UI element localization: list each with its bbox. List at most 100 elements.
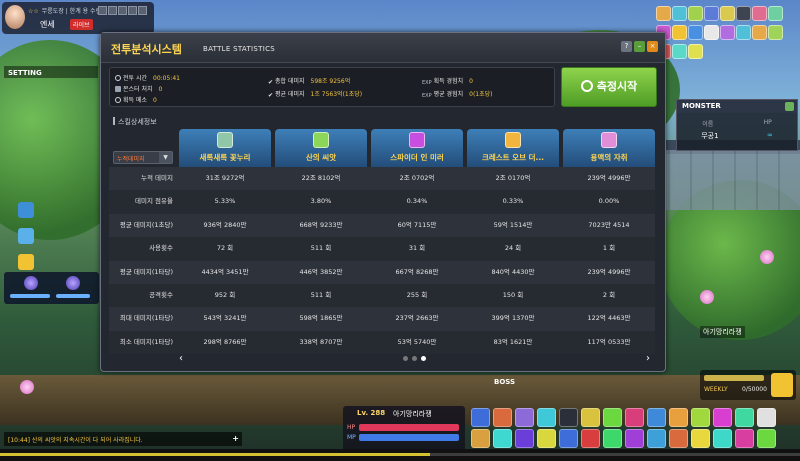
cooldown-bar xyxy=(56,294,90,298)
setting-tab[interactable]: SETTING xyxy=(8,69,42,77)
stat-cell: 2 회 xyxy=(602,290,616,299)
quickslot[interactable] xyxy=(515,429,534,448)
quickslot[interactable] xyxy=(735,429,754,448)
buff-icon[interactable] xyxy=(672,6,687,21)
quickslot[interactable] xyxy=(647,408,666,427)
quickslot[interactable] xyxy=(625,408,644,427)
avg-damage: ✔ 평균 데미지 1조 7563억(1초당) xyxy=(268,91,363,99)
quickslot[interactable] xyxy=(603,408,622,427)
help-icon[interactable]: ? xyxy=(621,41,632,52)
page-dot[interactable] xyxy=(412,356,417,361)
quickslot[interactable] xyxy=(757,408,776,427)
quickslot[interactable] xyxy=(493,429,512,448)
flower xyxy=(20,380,34,394)
stat-cell: 150 회 xyxy=(502,290,524,299)
buff-icon[interactable] xyxy=(672,25,687,40)
quickslot[interactable] xyxy=(647,429,666,448)
buff-icon[interactable] xyxy=(704,6,719,21)
stat-cell: 239억 4996만 xyxy=(587,174,631,182)
minimize-icon[interactable] xyxy=(785,102,794,111)
start-measure-button[interactable]: 측정시작 xyxy=(561,67,657,107)
stat-cell: 83억 1621만 xyxy=(493,337,533,346)
quickslot[interactable] xyxy=(537,429,556,448)
page-dot[interactable] xyxy=(403,356,408,361)
monster-kill: 몬스터 처치 0 xyxy=(115,84,162,93)
quickslot[interactable] xyxy=(713,408,732,427)
buff-icon[interactable] xyxy=(752,6,767,21)
buff-icon[interactable] xyxy=(720,6,735,21)
quickslot[interactable] xyxy=(735,408,754,427)
prev-page-button[interactable]: ‹ xyxy=(179,353,183,364)
menu-icon[interactable] xyxy=(138,6,147,15)
buff-icon[interactable] xyxy=(768,25,783,40)
quickslot[interactable] xyxy=(471,429,490,448)
stat-cell: 598억 1865만 xyxy=(299,314,343,323)
stat-cell: 4434억 3451만 xyxy=(201,267,249,276)
star-icon[interactable] xyxy=(18,254,34,270)
skill-columns: 새록새록 꽃누리 31조 9272억 5.33% 936억 2840만 72 회… xyxy=(179,129,655,351)
quickslot[interactable] xyxy=(669,429,688,448)
chevron-down-icon[interactable]: ▼ xyxy=(159,152,172,163)
skill-header[interactable]: 산의 씨앗 xyxy=(275,129,367,167)
buff-icon[interactable] xyxy=(656,6,671,21)
quickslot[interactable] xyxy=(559,408,578,427)
buff-icon[interactable] xyxy=(672,44,687,59)
minimize-icon[interactable]: – xyxy=(634,41,645,52)
buff-icon[interactable] xyxy=(688,6,703,21)
chat-bar[interactable]: [10:44] 산의 씨앗의 지속시간이 다 되어 사라집니다. + xyxy=(4,432,242,446)
quickslot[interactable] xyxy=(581,429,600,448)
chat-expand-icon[interactable]: + xyxy=(232,434,239,443)
map-icon[interactable] xyxy=(18,202,34,218)
stat-cell: 7023만 4514 xyxy=(588,220,630,229)
buff-icon[interactable] xyxy=(736,25,751,40)
stat-cell: 667억 8268만 xyxy=(395,267,439,276)
quickslot[interactable] xyxy=(713,429,732,448)
buff-icon[interactable] xyxy=(688,44,703,59)
buff-icon[interactable] xyxy=(736,6,751,21)
quickslot[interactable] xyxy=(625,429,644,448)
menu-icon[interactable] xyxy=(108,6,117,15)
skill-section-label: 스킬상세정보 xyxy=(113,117,157,127)
sort-dropdown[interactable]: 누적데미지 ▼ xyxy=(113,151,173,164)
buff-icon[interactable] xyxy=(688,25,703,40)
close-icon[interactable]: × xyxy=(647,41,658,52)
skill-values: 2조 0702억 0.34% 60억 7115만 31 회 667억 8268만… xyxy=(371,167,463,354)
skill-header[interactable]: 용맥의 자취 xyxy=(563,129,655,167)
skill-icon[interactable] xyxy=(66,276,80,290)
buff-icon[interactable] xyxy=(768,6,783,21)
quickslot[interactable] xyxy=(691,429,710,448)
window-titlebar[interactable]: 전투분석시스템 BATTLE STATISTICS ? – × xyxy=(101,33,665,63)
quickslot[interactable] xyxy=(581,408,600,427)
stat-cell: 31 회 xyxy=(408,244,426,253)
stat-cell: 5.33% xyxy=(214,197,236,206)
battle-statistics-window: 전투분석시스템 BATTLE STATISTICS ? – × 전투 시간 00:… xyxy=(100,32,666,372)
menu-icon[interactable] xyxy=(128,6,137,15)
skill-header[interactable]: 크레스트 오브 더... xyxy=(467,129,559,167)
bulb-icon[interactable] xyxy=(18,228,34,244)
quickslot[interactable] xyxy=(603,429,622,448)
page-dot-active[interactable] xyxy=(421,356,426,361)
stat-cell: 53억 5740만 xyxy=(397,337,437,346)
quickslot[interactable] xyxy=(559,429,578,448)
weekly-label: WEEKLY xyxy=(704,386,728,393)
skill-header[interactable]: 새록새록 꽃누리 xyxy=(179,129,271,167)
skill-header[interactable]: 스파이더 인 미러 xyxy=(371,129,463,167)
avatar[interactable] xyxy=(5,5,25,29)
quickslot[interactable] xyxy=(537,408,556,427)
live-tag[interactable]: 라이브 xyxy=(70,19,93,30)
buff-icon[interactable] xyxy=(752,25,767,40)
menu-icon[interactable] xyxy=(118,6,127,15)
next-page-button[interactable]: › xyxy=(646,353,650,364)
quickslot[interactable] xyxy=(691,408,710,427)
quickslot[interactable] xyxy=(515,408,534,427)
quickslot[interactable] xyxy=(757,429,776,448)
spider-skill-icon xyxy=(409,132,425,148)
menu-icon[interactable] xyxy=(98,6,107,15)
quickslot[interactable] xyxy=(669,408,688,427)
quickslot[interactable] xyxy=(493,408,512,427)
quest-icon[interactable] xyxy=(771,373,793,397)
buff-icon[interactable] xyxy=(720,25,735,40)
buff-icon[interactable] xyxy=(704,25,719,40)
quickslot[interactable] xyxy=(471,408,490,427)
skill-icon[interactable] xyxy=(24,276,38,290)
